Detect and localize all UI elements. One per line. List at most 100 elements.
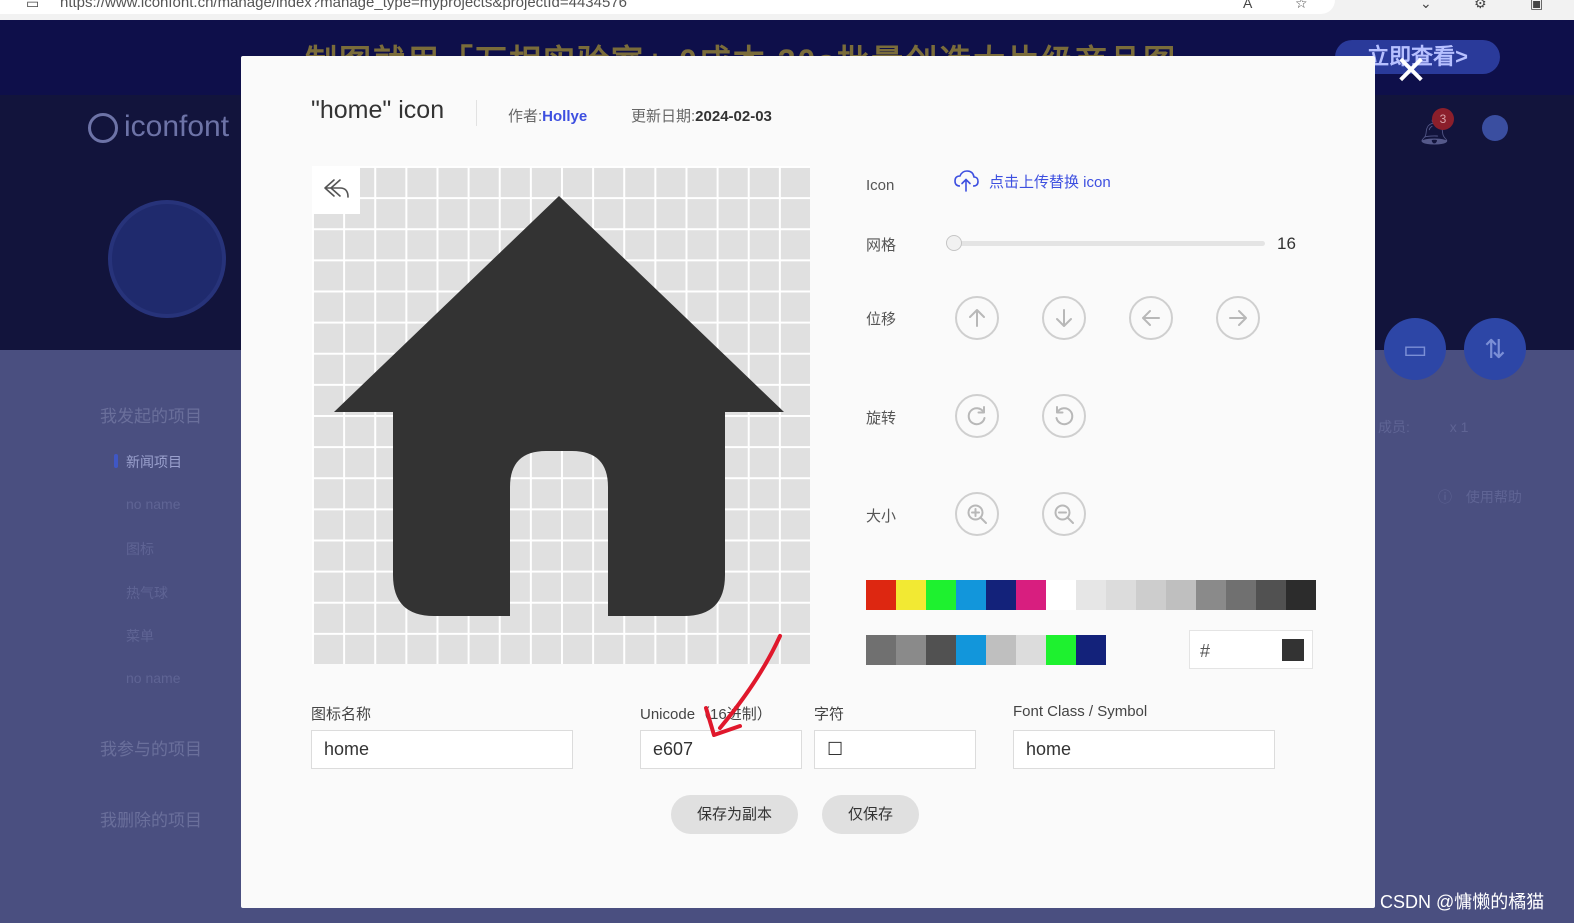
date-value: 2024-02-03 [695,108,772,125]
rotate-clockwise-button[interactable] [955,394,999,438]
watermark-text: CSDN @慵懒的橘猫 [1380,892,1545,912]
members-label: 成员: [1378,419,1410,435]
size-row-label: 大小 [866,508,897,525]
color-swatch[interactable] [1226,580,1256,610]
page-info-icon[interactable]: ▭ [26,0,39,12]
sidebar-deleted-projects[interactable]: 我删除的项目 [100,806,202,831]
color-swatch[interactable] [1196,580,1226,610]
color-swatch[interactable] [1166,580,1196,610]
move-up-button[interactable] [955,296,999,340]
save-button[interactable]: 仅保存 [822,795,919,834]
color-swatch[interactable] [896,580,926,610]
read-aloud-icon[interactable]: A [1243,0,1252,11]
dialog-title: "home" icon [311,96,445,124]
rotate-counterclockwise-button[interactable] [1042,394,1086,438]
browser-toolbar: ▭ https://www.iconfont.cn/manage/index?m… [0,0,1574,20]
sidebar-item-project[interactable]: no name [126,496,180,512]
sidebar-item-project[interactable]: 新闻项目 [114,452,182,472]
undo-button[interactable] [312,166,360,214]
date-label: 更新日期: [631,108,696,125]
color-swatch[interactable] [866,635,896,665]
arrow-down-icon [1056,309,1072,327]
sidebar-joined-projects[interactable]: 我参与的项目 [100,735,202,760]
color-swatch[interactable] [1076,580,1106,610]
sidebar-item-project[interactable]: 图标 [126,539,154,559]
upload-replace-link[interactable]: 点击上传替换 icon [953,170,1111,192]
zoom-in-icon [967,504,987,524]
current-color-preview[interactable] [1282,639,1304,661]
grid-slider-thumb[interactable] [946,235,962,251]
avatar[interactable] [1482,115,1508,141]
close-dialog-button[interactable]: ✕ [1393,51,1429,91]
color-swatch[interactable] [986,635,1016,665]
dropdown-icon[interactable]: ⌄ [1420,0,1432,12]
icon-name-label: 图标名称 [311,706,372,723]
favorite-star-icon[interactable]: ☆ [1295,0,1308,12]
mascot-image [108,200,226,318]
upload-text: 点击上传替换 icon [989,173,1111,191]
address-bar[interactable]: ▭ https://www.iconfont.cn/manage/index?m… [0,0,1335,14]
icon-name-input[interactable] [311,730,573,769]
logo-text: iconfont [124,110,230,143]
color-swatch[interactable] [1016,580,1046,610]
color-swatch[interactable] [926,580,956,610]
color-swatch[interactable] [1106,580,1136,610]
font-class-input[interactable] [1013,730,1275,769]
color-swatch[interactable] [1286,580,1316,610]
color-swatch[interactable] [956,635,986,665]
collections-icon[interactable]: ▣ [1530,0,1543,12]
move-right-button[interactable] [1216,296,1260,340]
grid-slider-track[interactable] [953,241,1265,246]
sort-button[interactable]: ⇅ [1464,318,1526,380]
home-icon [334,196,784,616]
color-swatch[interactable] [1076,635,1106,665]
cloud-upload-icon [954,170,979,192]
sidebar-my-projects[interactable]: 我发起的项目 [100,402,202,427]
color-swatch[interactable] [1046,635,1076,665]
move-down-button[interactable] [1042,296,1086,340]
members-count: x 1 [1449,419,1469,435]
zoom-in-button[interactable] [955,492,999,536]
hex-color-input[interactable]: # [1189,630,1313,669]
url-text[interactable]: https://www.iconfont.cn/manage/index?man… [60,0,627,11]
zoom-out-button[interactable] [1042,492,1086,536]
logo-mark-icon [88,113,118,144]
unicode-input[interactable] [640,730,802,769]
font-class-label: Font Class / Symbol [1013,703,1148,720]
color-swatch[interactable] [956,580,986,610]
rotate-cw-icon [967,406,986,426]
color-swatch[interactable] [1046,580,1076,610]
rotate-row-label: 旋转 [866,410,897,427]
color-swatch[interactable] [866,580,896,610]
icon-edit-dialog: "home" icon 作者:Hollye 更新日期:2024-02-03 Ic… [241,56,1375,908]
icon-edit-canvas[interactable] [312,166,810,664]
color-swatch[interactable] [1136,580,1166,610]
move-left-button[interactable] [1129,296,1173,340]
hex-prefix: # [1200,641,1211,661]
help-link[interactable]: ⓘ 使用帮助 [1438,487,1522,507]
arrow-right-icon [1229,310,1247,326]
zoom-out-icon [1054,504,1074,524]
add-folder-button[interactable]: ▭ [1384,318,1446,380]
site-logo[interactable]: iconfont [88,110,229,144]
char-input[interactable] [814,730,976,769]
color-swatch[interactable] [926,635,956,665]
sidebar-item-project[interactable]: 菜单 [126,626,154,646]
undo-icon [324,179,349,198]
icon-row-label: Icon [866,177,895,194]
extensions-icon[interactable]: ⚙ [1474,0,1487,12]
author-info: 作者:Hollye [508,105,587,126]
color-swatch[interactable] [1256,580,1286,610]
color-swatch[interactable] [1016,635,1046,665]
move-row-label: 位移 [866,311,897,328]
char-label: 字符 [814,706,845,723]
color-swatch[interactable] [986,580,1016,610]
date-info: 更新日期:2024-02-03 [631,105,772,126]
author-name[interactable]: Hollye [542,108,587,125]
sidebar-item-project[interactable]: 热气球 [126,583,168,603]
title-divider [476,100,477,126]
sidebar-item-project[interactable]: no name [126,670,180,686]
color-swatch[interactable] [896,635,926,665]
members-info[interactable]: 成员: x 1 [1378,417,1468,437]
save-as-copy-button[interactable]: 保存为副本 [671,795,798,834]
